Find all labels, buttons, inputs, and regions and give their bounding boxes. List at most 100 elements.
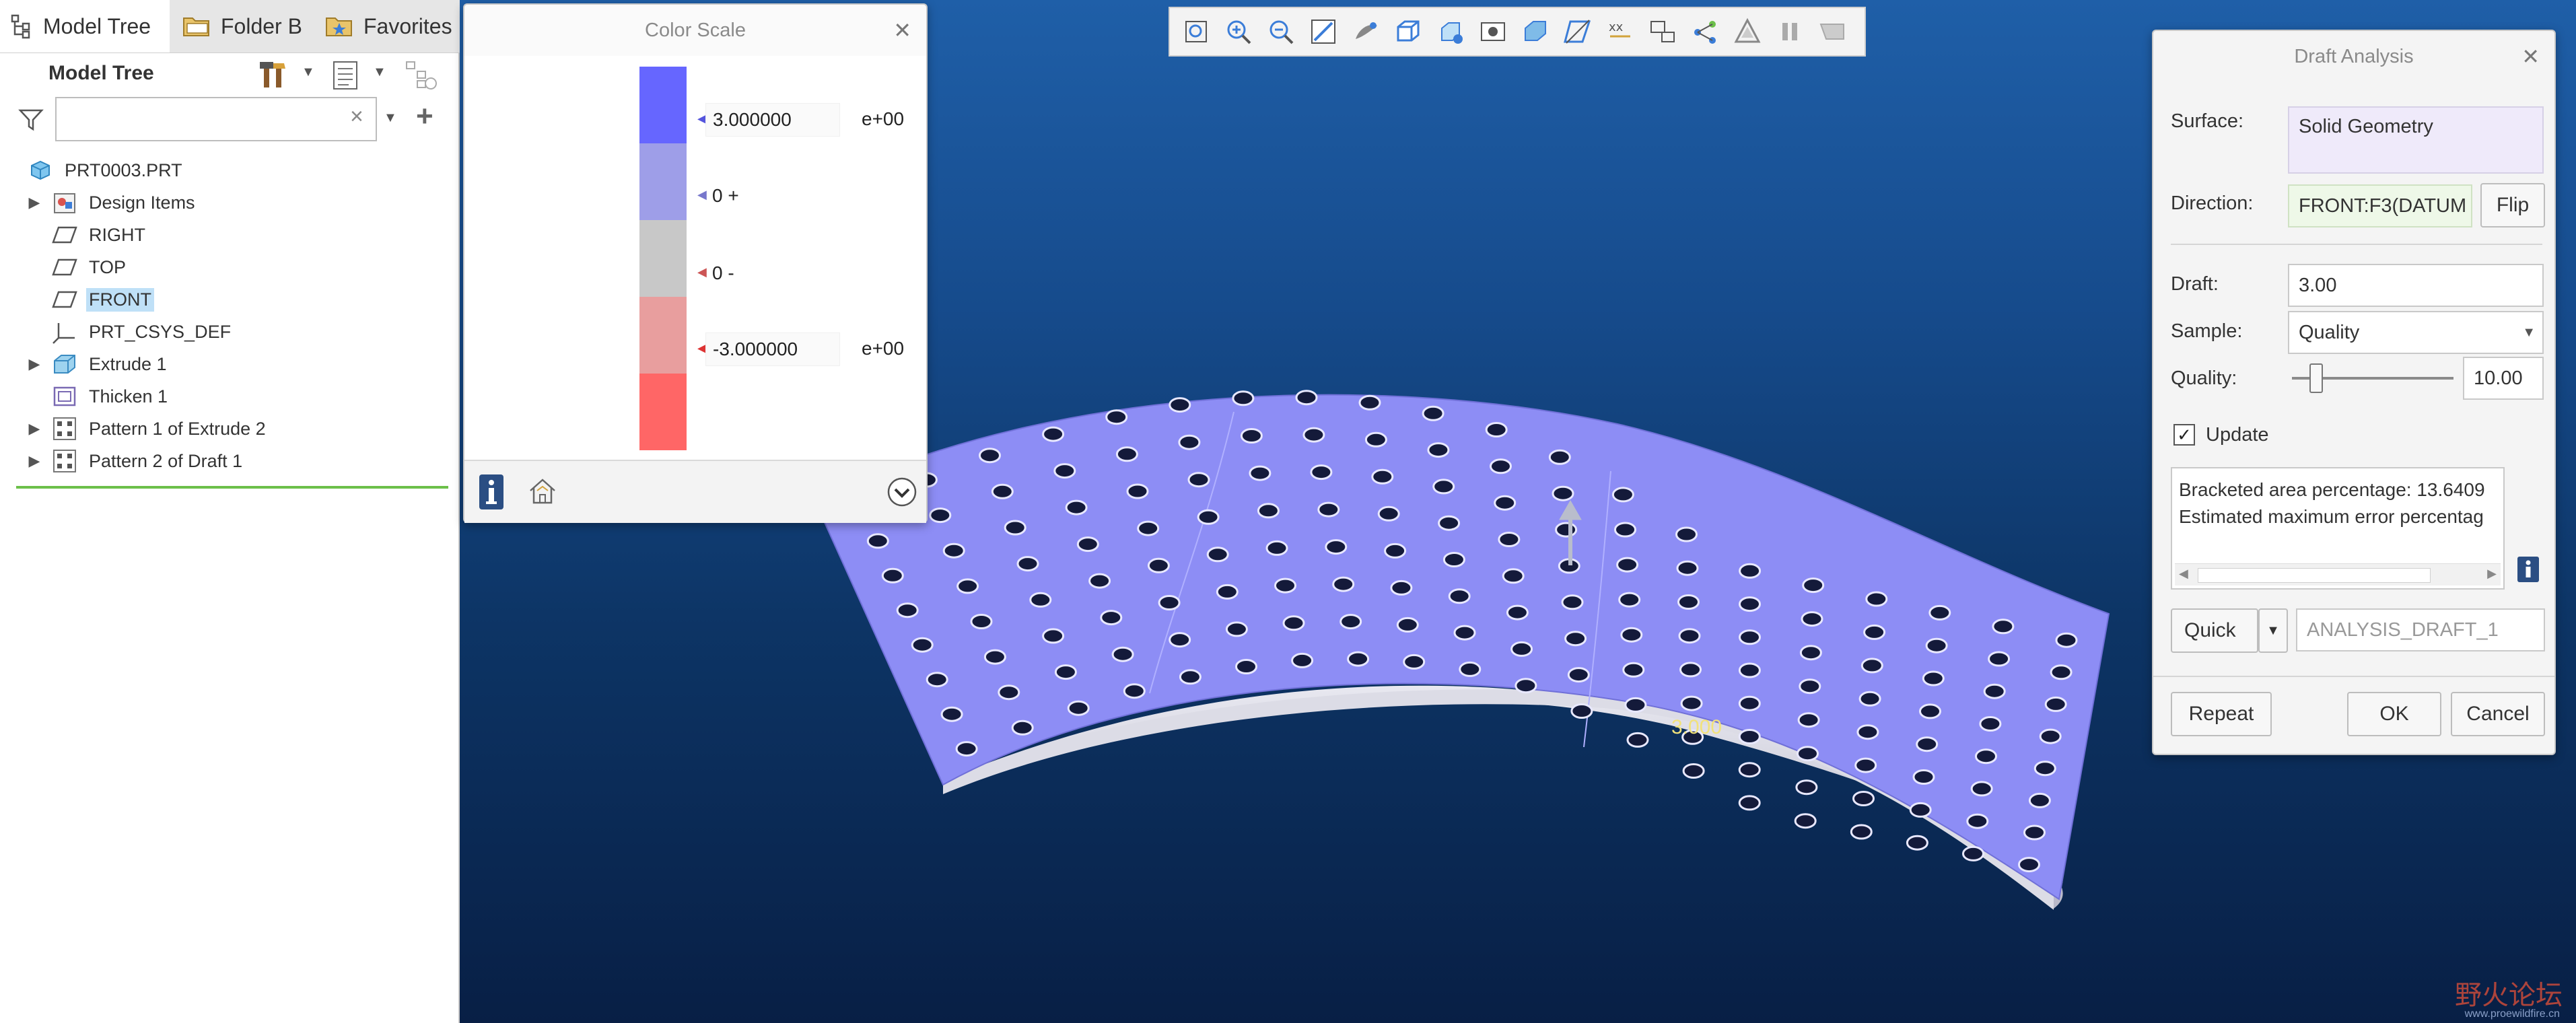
zoom-in-icon[interactable] <box>1220 13 1257 50</box>
hole[interactable] <box>1403 654 1426 670</box>
hole[interactable] <box>1042 426 1065 442</box>
insert-here-indicator[interactable] <box>16 486 448 489</box>
hole[interactable] <box>1502 568 1525 584</box>
hole[interactable] <box>1422 405 1444 421</box>
hole[interactable] <box>1042 628 1065 644</box>
hole[interactable] <box>1317 501 1340 518</box>
hole[interactable] <box>1111 646 1134 662</box>
hole[interactable] <box>1179 669 1202 685</box>
hole[interactable] <box>1738 729 1761 744</box>
analysis-results-box[interactable]: Bracketed area percentage: 13.6409 Estim… <box>2171 467 2505 590</box>
hole[interactable] <box>1178 434 1201 450</box>
hole[interactable] <box>1680 695 1703 711</box>
hole[interactable] <box>1962 845 1984 861</box>
hole[interactable] <box>1983 683 2006 699</box>
hole[interactable] <box>1799 645 1822 661</box>
quick-dropdown-chevron-icon[interactable]: ▼ <box>2258 608 2288 653</box>
refit-icon[interactable] <box>1178 13 1214 50</box>
hole[interactable] <box>1975 748 1997 765</box>
hole[interactable] <box>911 637 934 653</box>
pause-icon[interactable] <box>1772 13 1808 50</box>
tab-folder-browser[interactable]: Folder B <box>172 0 312 52</box>
ok-button[interactable]: OK <box>2347 692 2441 736</box>
hole[interactable] <box>1992 619 2015 635</box>
hole[interactable] <box>2033 761 2056 777</box>
hole[interactable] <box>1197 509 1220 525</box>
hole[interactable] <box>1738 695 1761 711</box>
spin-center-icon[interactable] <box>1644 13 1681 50</box>
hole[interactable] <box>1912 769 1935 785</box>
hole[interactable] <box>1797 746 1819 762</box>
analysis-name-input[interactable] <box>2296 608 2545 651</box>
saved-orientations-icon[interactable] <box>1390 13 1426 50</box>
hole[interactable] <box>1801 611 1823 627</box>
tree-item[interactable]: ▶FRONT <box>0 284 444 315</box>
hole[interactable] <box>1004 520 1026 536</box>
hole[interactable] <box>1364 431 1387 448</box>
tools-hammer-icon[interactable] <box>258 59 293 92</box>
hole[interactable] <box>1679 662 1702 678</box>
add-filter-icon[interactable]: + <box>416 100 433 133</box>
quality-input[interactable] <box>2463 357 2544 400</box>
hole[interactable] <box>1622 662 1645 678</box>
hole[interactable] <box>991 483 1014 499</box>
hole[interactable] <box>2044 696 2067 712</box>
view-manager-icon[interactable] <box>1432 13 1469 50</box>
scroll-right-icon[interactable]: ▶ <box>2487 567 2497 581</box>
tree-item[interactable]: ▶ Extrude 1 <box>0 349 444 380</box>
search-options-chevron-icon[interactable]: ▼ <box>384 110 397 126</box>
hole[interactable] <box>1249 465 1272 481</box>
tree-item[interactable]: ▶ Pattern 2 of Draft 1 <box>0 446 444 477</box>
datum-display-icon[interactable] <box>1560 13 1596 50</box>
info-icon[interactable] <box>2517 556 2540 583</box>
tree-item[interactable]: ▶PRT_CSYS_DEF <box>0 316 444 347</box>
hole[interactable] <box>1147 557 1170 573</box>
tree-item[interactable]: ▶RIGHT <box>0 219 444 250</box>
hole[interactable] <box>1564 631 1587 647</box>
hole[interactable] <box>1865 591 1888 607</box>
hole[interactable] <box>866 533 889 549</box>
hole[interactable] <box>1739 596 1761 612</box>
color-scale-close-icon[interactable]: ✕ <box>893 20 911 41</box>
hole[interactable] <box>1620 627 1643 643</box>
tree-item[interactable]: ▶ Design Items <box>0 187 444 218</box>
quality-slider-thumb[interactable] <box>2309 363 2323 393</box>
appearance-icon[interactable] <box>1729 13 1766 50</box>
color-scale-segment[interactable] <box>639 220 687 297</box>
home-icon[interactable] <box>526 476 559 507</box>
hole[interactable] <box>1065 499 1088 516</box>
color-scale-segment[interactable] <box>639 374 687 450</box>
sample-dropdown-chevron-icon[interactable]: ▼ <box>2522 325 2536 341</box>
hole[interactable] <box>1797 712 1820 728</box>
hole[interactable] <box>1235 659 1257 674</box>
hole[interactable] <box>1979 716 2002 732</box>
color-scale-segment[interactable] <box>639 143 687 220</box>
hole[interactable] <box>1611 487 1634 503</box>
hole[interactable] <box>1158 595 1181 610</box>
hole[interactable] <box>896 602 919 619</box>
color-scale-bar[interactable] <box>639 67 687 450</box>
hole[interactable] <box>2018 857 2040 873</box>
expand-arrow-icon[interactable]: ▶ <box>24 446 44 477</box>
hole[interactable] <box>1390 579 1413 596</box>
hole[interactable] <box>1738 662 1761 678</box>
hole[interactable] <box>1339 614 1362 630</box>
hole[interactable] <box>1054 664 1077 680</box>
perspective-icon[interactable] <box>1475 13 1511 50</box>
hole[interactable] <box>1906 835 1928 851</box>
hole[interactable] <box>1970 781 1993 797</box>
hole[interactable] <box>1485 422 1508 437</box>
hole[interactable] <box>1567 667 1590 683</box>
hole[interactable] <box>1795 779 1818 796</box>
hole[interactable] <box>1854 757 1877 773</box>
hole[interactable] <box>1799 678 1821 695</box>
stop-icon[interactable] <box>1814 13 1850 50</box>
tree-item[interactable]: ▶ Pattern 1 of Extrude 2 <box>0 413 444 444</box>
hole[interactable] <box>1624 697 1647 713</box>
hole[interactable] <box>1850 824 1873 840</box>
hole[interactable] <box>1909 802 1932 818</box>
hole[interactable] <box>1555 522 1578 538</box>
hole[interactable] <box>1105 409 1128 425</box>
hole[interactable] <box>1427 442 1450 458</box>
hole[interactable] <box>1016 556 1039 572</box>
